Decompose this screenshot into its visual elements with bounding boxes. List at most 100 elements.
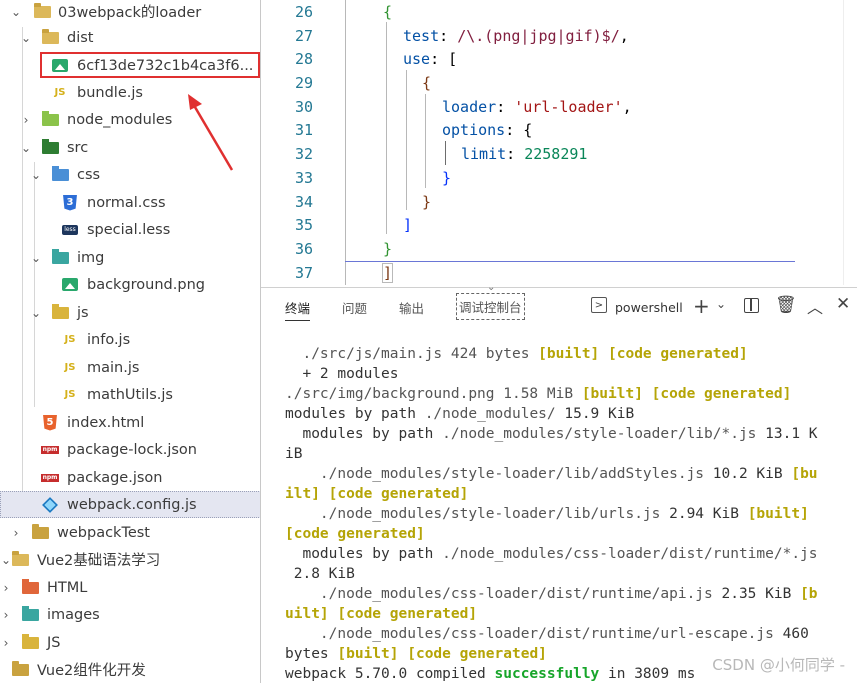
watermark: CSDN @小何同学 - — [712, 656, 845, 674]
js-folder-icon — [50, 303, 70, 321]
line-number: 33 — [294, 169, 313, 187]
code-punct: : — [439, 27, 458, 45]
tree-folder-js[interactable]: ⌄ js — [0, 299, 261, 326]
tree-folder-html[interactable]: › HTML — [0, 574, 261, 601]
line-number: 35 — [294, 216, 313, 234]
term-path: ./node_modules/css-loader/dist/runtime/u… — [285, 626, 774, 642]
code-punct: : — [506, 145, 525, 163]
tree-label: webpack.config.js — [67, 496, 197, 513]
term-text: ./src/js/main.js 424 bytes — [285, 346, 539, 362]
tree-label: webpackTest — [57, 524, 150, 541]
term-text: modules by path — [285, 406, 425, 422]
css-folder-icon — [50, 165, 70, 183]
chevron-right-icon: › — [3, 580, 9, 595]
chevron-down-icon[interactable]: ⌄ — [716, 297, 726, 311]
tree-folder-dist[interactable]: ⌄ dist — [0, 24, 261, 51]
node-folder-icon — [40, 110, 60, 128]
tree-label: package-lock.json — [67, 441, 197, 458]
code-brace: { — [422, 74, 432, 92]
tree-label: package.json — [67, 469, 163, 486]
tree-folder-images[interactable]: › images — [0, 601, 261, 628]
code-editor[interactable]: 26 27 28 29 30 31 32 33 34 35 36 37 { te… — [261, 0, 857, 285]
code-line-31: options: { — [442, 121, 532, 139]
tree-file-main-js[interactable]: JS main.js — [0, 354, 261, 381]
terminal-line: ./src/img/background.png 1.58 MiB [built… — [285, 384, 857, 404]
tree-folder-img[interactable]: ⌄ img — [0, 244, 261, 271]
term-size: 15.9 KiB — [555, 406, 635, 422]
tree-label: background.png — [87, 276, 205, 293]
code-key: loader — [442, 98, 497, 116]
tab-terminal[interactable]: 终端 — [285, 298, 311, 321]
line-number: 31 — [294, 121, 313, 139]
code-key: options — [442, 121, 506, 139]
tree-folder-vue2-components[interactable]: Vue2组件化开发 — [0, 656, 261, 683]
shell-label[interactable]: powershell — [615, 300, 683, 315]
tree-file-index-html[interactable]: 5 index.html — [0, 409, 261, 436]
tree-file-webpack-config[interactable]: webpack.config.js — [0, 491, 261, 518]
js-file-icon: JS — [64, 334, 76, 345]
tree-file-mathutils-js[interactable]: JS mathUtils.js — [0, 381, 261, 408]
term-generated: [code generated] — [407, 646, 547, 662]
terminal-line: 2.8 KiB — [285, 564, 857, 584]
tab-output[interactable]: 输出 — [399, 298, 424, 317]
code-line-27: test: /\.(png|jpg|gif)$/, — [403, 27, 629, 45]
css3-icon: 3 — [60, 194, 80, 211]
tree-file-background-png[interactable]: background.png — [0, 271, 261, 298]
term-success: successfully — [494, 666, 600, 682]
tree-folder-03webpack[interactable]: ⌄ 03webpack的loader — [0, 0, 261, 25]
red-highlight-box — [40, 52, 260, 78]
code-line-26: { — [383, 3, 392, 21]
indent-guide — [445, 141, 446, 165]
tree-file-info-js[interactable]: JS info.js — [0, 326, 261, 353]
term-text: + 2 modules — [285, 366, 399, 382]
tree-folder-webpacktest[interactable]: › webpackTest — [0, 519, 261, 546]
terminal-line: ./src/js/main.js 424 bytes [built] [code… — [285, 344, 857, 364]
tree-label: css — [77, 166, 101, 183]
term-text: iB — [285, 446, 303, 462]
term-text: in 3809 ms — [599, 666, 696, 682]
chevron-up-icon[interactable]: ︿ — [807, 294, 823, 318]
term-built: [built] — [538, 346, 600, 362]
tab-debug-console[interactable]: 调试控制台 — [456, 293, 525, 320]
js-file-icon: JS — [64, 362, 76, 373]
line-number: 32 — [294, 145, 313, 163]
tree-file-package-json[interactable]: npm package.json — [0, 464, 261, 491]
html5-icon: 5 — [40, 414, 60, 431]
tree-file-normal-css[interactable]: 3 normal.css — [0, 189, 261, 216]
line-number: 37 — [294, 264, 313, 282]
term-built: [b — [800, 586, 818, 602]
plus-icon[interactable]: + — [693, 294, 710, 318]
tree-file-package-lock[interactable]: npm package-lock.json — [0, 436, 261, 463]
tree-label: index.html — [67, 414, 145, 431]
trash-icon[interactable]: 🗑 — [775, 295, 797, 315]
close-icon[interactable]: ✕ — [836, 294, 850, 314]
code-punct: , — [619, 27, 629, 45]
terminal-line: modules by path ./node_modules/css-loade… — [285, 544, 857, 564]
code-line-32: limit: 2258291 — [461, 145, 587, 163]
line-number: 30 — [294, 98, 313, 116]
code-punct: : — [496, 98, 515, 116]
split-icon[interactable] — [744, 298, 759, 313]
tab-problems[interactable]: 问题 — [342, 298, 367, 317]
editor-scrollbar[interactable] — [843, 0, 857, 285]
term-size: 10.2 KiB — [704, 466, 792, 482]
code-line-29: { — [422, 74, 431, 92]
indent-guide — [425, 94, 426, 188]
chevron-right-icon: › — [13, 525, 19, 540]
tree-label: dist — [67, 29, 94, 46]
tree-file-special-less[interactable]: less special.less — [0, 216, 261, 243]
line-number: 27 — [294, 27, 313, 45]
term-built: [bu — [791, 466, 818, 482]
tree-label: JS — [47, 634, 61, 651]
code-regex: /\.(png|jpg|gif)$/ — [457, 27, 620, 45]
tree-folder-js-root[interactable]: › JS — [0, 629, 261, 656]
terminal-line: ./node_modules/style-loader/lib/urls.js … — [285, 504, 857, 524]
code-line-28: use: [ — [403, 50, 457, 68]
line-number: 26 — [294, 3, 313, 21]
tree-label: main.js — [87, 359, 140, 376]
tree-label: bundle.js — [77, 84, 143, 101]
terminal-icon[interactable]: > — [591, 297, 607, 313]
less-icon: less — [60, 222, 80, 238]
tree-folder-vue2-basics[interactable]: ⌄ Vue2基础语法学习 — [0, 546, 261, 573]
term-generated: [code generated] — [328, 486, 469, 502]
